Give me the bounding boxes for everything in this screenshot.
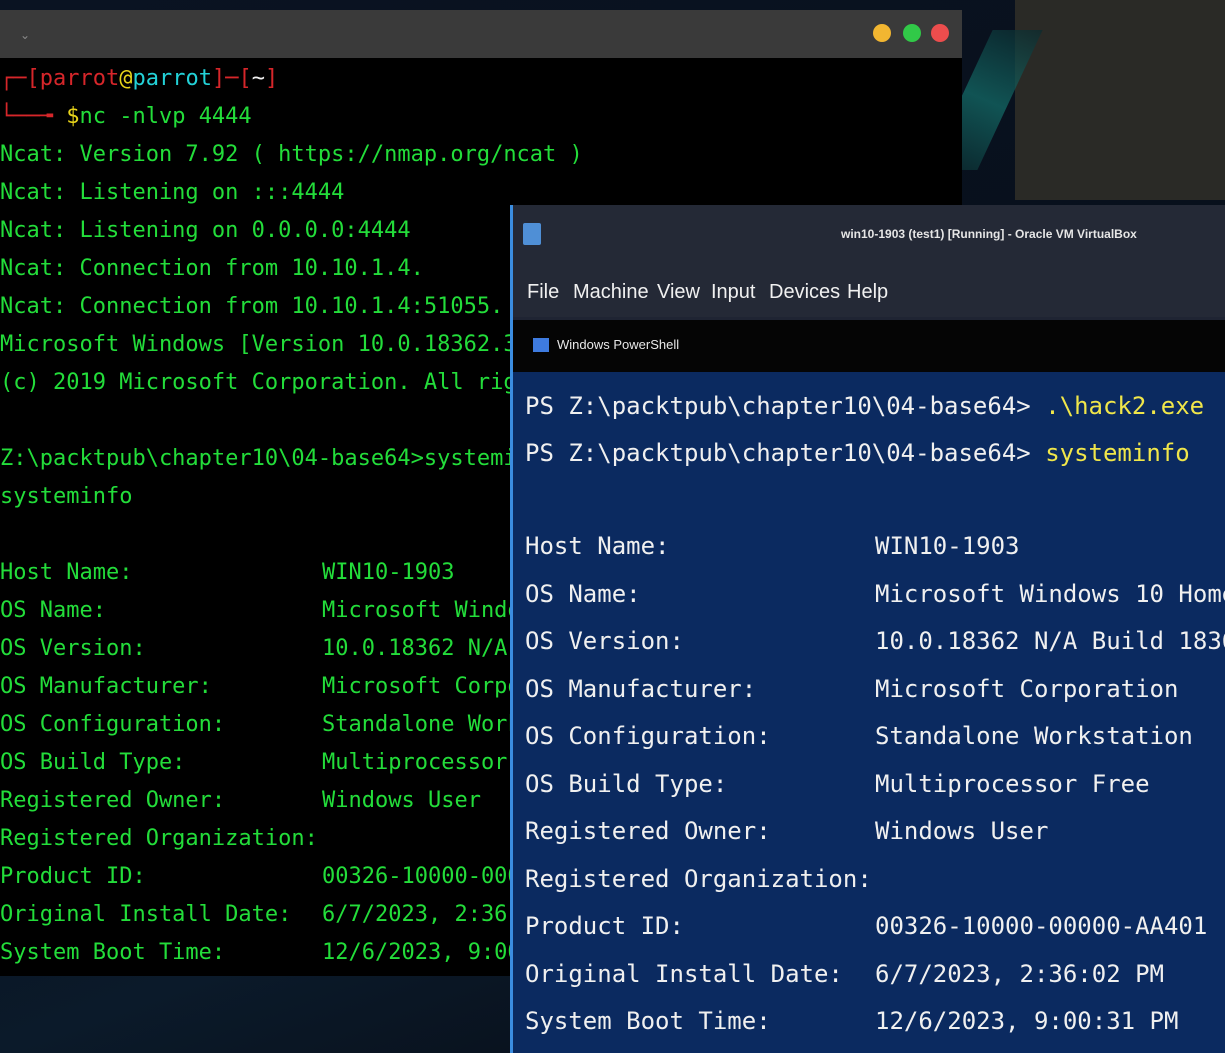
terminal-titlebar[interactable]: ⌄ <box>0 10 962 58</box>
desktop-panel <box>1015 0 1225 200</box>
sysinfo-label: System Boot Time: <box>0 940 226 965</box>
sysinfo-value: Standalone Works <box>322 712 534 737</box>
ps-sysinfo-value: Standalone Workstation <box>875 722 1193 750</box>
powershell-icon <box>533 338 549 352</box>
sysinfo-value: 00326-10000-0000 <box>322 864 534 889</box>
sysinfo-value: Windows User <box>322 788 481 813</box>
ps-command: systeminfo <box>1045 439 1190 467</box>
sysinfo-value: Microsoft Corpor <box>322 674 534 699</box>
prompt-host: parrot <box>132 66 212 91</box>
ps-command-line: PS Z:\packtpub\chapter10\04-base64> syst… <box>525 439 1190 467</box>
powershell-titlebar[interactable]: Windows PowerShell <box>513 320 1225 372</box>
powershell-console[interactable]: PS Z:\packtpub\chapter10\04-base64> .\ha… <box>513 372 1225 1053</box>
prompt-user: parrot <box>39 66 120 91</box>
minimize-button[interactable] <box>873 24 891 42</box>
menu-view[interactable]: View <box>657 281 700 304</box>
sysinfo-label: Host Name: <box>0 560 133 585</box>
menu-machine[interactable]: Machine <box>573 281 649 304</box>
ps-sysinfo-label: Original Install Date: <box>525 960 843 988</box>
ps-command: .\hack2.exe <box>1045 392 1205 420</box>
virtualbox-logo-icon <box>523 223 541 245</box>
close-button[interactable] <box>931 24 949 42</box>
sysinfo-label: Original Install Date: <box>0 902 292 927</box>
ps-sysinfo-value: Microsoft Corporation <box>875 675 1179 703</box>
sysinfo-label: OS Name: <box>0 598 106 623</box>
ps-prompt: PS Z:\packtpub\chapter10\04-base64> <box>525 392 1031 420</box>
sysinfo-value: 6/7/2023, 2:36:0 <box>322 902 534 927</box>
ps-sysinfo-value: WIN10-1903 <box>875 532 1020 560</box>
sysinfo-value: 12/6/2023, 9:00: <box>322 940 534 965</box>
ps-sysinfo-label: OS Build Type: <box>525 770 728 798</box>
ps-sysinfo-value: Multiprocessor Free <box>875 770 1150 798</box>
vbox-menubar: File Machine View Input Devices Help <box>513 267 1225 317</box>
ps-sysinfo-label: System Boot Time: <box>525 1007 771 1035</box>
command-line: └──╼ $nc -nlvp 4444 <box>0 104 252 129</box>
menu-input[interactable]: Input <box>711 281 755 304</box>
ps-sysinfo-label: OS Manufacturer: <box>525 675 757 703</box>
sysinfo-label: Registered Organization: <box>0 826 318 851</box>
terminal-output-line: Ncat: Version 7.92 ( https://nmap.org/nc… <box>0 142 583 167</box>
ps-sysinfo-label: Host Name: <box>525 532 670 560</box>
menu-help[interactable]: Help <box>847 281 888 304</box>
vbox-titlebar[interactable]: win10-1903 (test1) [Running] - Oracle VM… <box>513 205 1225 267</box>
virtualbox-window[interactable]: win10-1903 (test1) [Running] - Oracle VM… <box>510 205 1225 1053</box>
ps-sysinfo-label: Registered Organization: <box>525 865 872 893</box>
prompt-line: ┌─[parrot@parrot]─[~] <box>0 66 279 91</box>
sysinfo-value: Multiprocessor F <box>322 750 534 775</box>
sysinfo-label: OS Configuration: <box>0 712 226 737</box>
ps-sysinfo-value: Windows User <box>875 817 1049 845</box>
sysinfo-label: Product ID: <box>0 864 146 889</box>
ps-sysinfo-value: 10.0.18362 N/A Build 18362 <box>875 627 1225 655</box>
ps-sysinfo-label: OS Configuration: <box>525 722 771 750</box>
powershell-title: Windows PowerShell <box>557 337 680 352</box>
ps-sysinfo-value: 12/6/2023, 9:00:31 PM <box>875 1007 1179 1035</box>
menu-devices[interactable]: Devices <box>769 281 840 304</box>
ps-sysinfo-value: Microsoft Windows 10 Home <box>875 580 1225 608</box>
prompt-at: @ <box>119 66 133 91</box>
command-text: nc -nlvp 4444 <box>79 104 252 129</box>
ps-sysinfo-label: OS Version: <box>525 627 684 655</box>
ps-sysinfo-value: 6/7/2023, 2:36:02 PM <box>875 960 1164 988</box>
command-symbol: $ <box>66 104 80 129</box>
sysinfo-label: OS Build Type: <box>0 750 186 775</box>
ps-command-line: PS Z:\packtpub\chapter10\04-base64> .\ha… <box>525 392 1204 420</box>
prompt-dir: ~ <box>251 66 265 91</box>
sysinfo-label: OS Version: <box>0 636 146 661</box>
sysinfo-label: Registered Owner: <box>0 788 226 813</box>
ps-prompt: PS Z:\packtpub\chapter10\04-base64> <box>525 439 1031 467</box>
ps-sysinfo-value: 00326-10000-00000-AA401 <box>875 912 1208 940</box>
menu-file[interactable]: File <box>527 281 559 304</box>
maximize-button[interactable] <box>903 24 921 42</box>
ps-sysinfo-label: Registered Owner: <box>525 817 771 845</box>
sysinfo-value: 10.0.18362 N/A E <box>322 636 534 661</box>
ps-sysinfo-label: Product ID: <box>525 912 684 940</box>
sysinfo-value: Microsoft Windo <box>322 598 521 623</box>
vbox-title: win10-1903 (test1) [Running] - Oracle VM… <box>841 227 1137 241</box>
window-menu-icon[interactable]: ⌄ <box>20 28 30 42</box>
ps-sysinfo-label: OS Name: <box>525 580 641 608</box>
sysinfo-label: OS Manufacturer: <box>0 674 212 699</box>
sysinfo-value: WIN10-1903 <box>322 560 455 585</box>
